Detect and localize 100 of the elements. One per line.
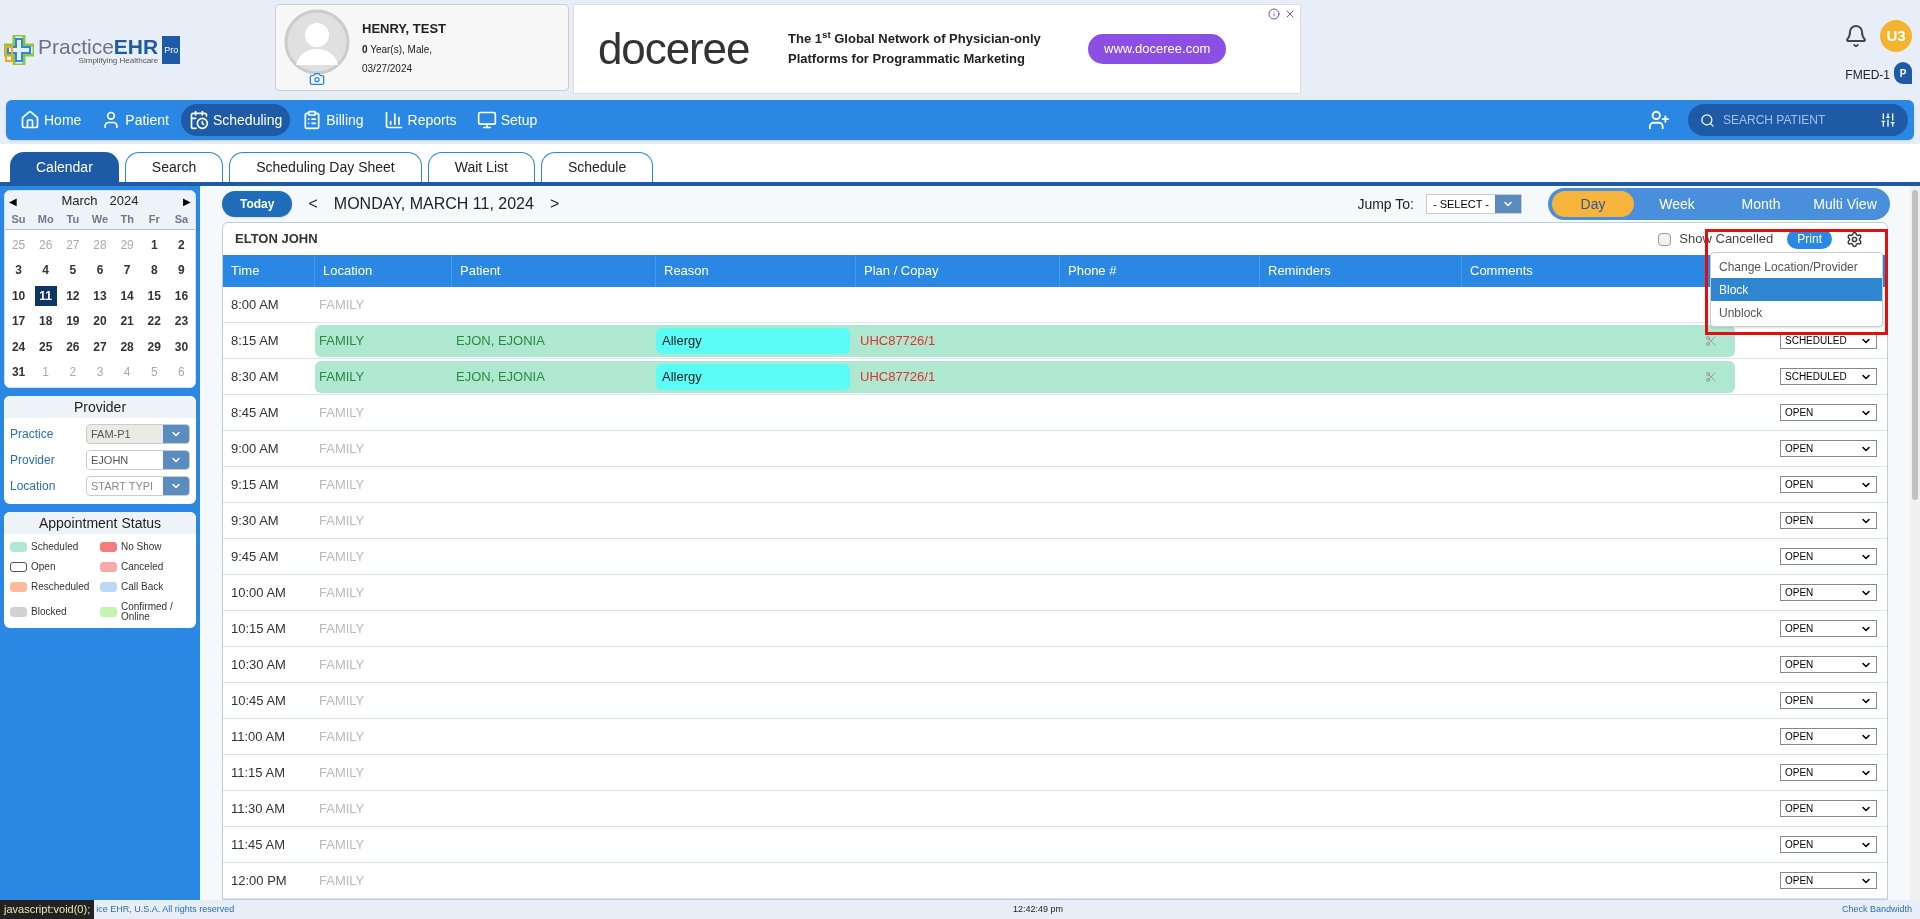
appointment-bar[interactable]: FAMILY EJON, EJONIA Allergy UHC87726/1	[315, 324, 1735, 357]
next-month-button[interactable]: ▶	[183, 193, 191, 209]
status-select[interactable]: OPEN	[1780, 620, 1877, 637]
nav-item[interactable]: Scheduling	[180, 104, 291, 136]
calendar-day[interactable]: 29	[143, 336, 166, 357]
column-header: Reminders	[1260, 255, 1462, 287]
weekday-label: Tu	[65, 212, 81, 227]
time-cell-text: 11:30 AM	[230, 799, 286, 818]
calendar-day[interactable]: 19	[61, 311, 84, 332]
calendar-day[interactable]: 24	[7, 336, 30, 357]
status-select[interactable]: OPEN	[1780, 548, 1877, 565]
weekday-label: Th	[119, 212, 135, 227]
status-select[interactable]: OPEN	[1780, 512, 1877, 529]
nav-item[interactable]: Reports	[375, 104, 465, 136]
column-header: Patient	[452, 255, 656, 287]
status-select[interactable]: OPEN	[1780, 872, 1877, 889]
scissors-icon[interactable]	[1705, 370, 1717, 383]
nav-item[interactable]: Patient	[93, 104, 177, 136]
status-select[interactable]: OPEN	[1780, 764, 1877, 781]
check-bandwidth-link[interactable]: Check Bandwidth	[1841, 902, 1912, 917]
calendar-day[interactable]: 11	[34, 285, 57, 306]
status-label: Rescheduled	[31, 582, 90, 592]
status-select[interactable]: OPEN	[1780, 836, 1877, 853]
status-select[interactable]: OPEN	[1780, 404, 1877, 421]
filter-icon[interactable]	[1880, 112, 1896, 128]
tab[interactable]: Calendar	[10, 152, 119, 182]
calendar-day[interactable]: 30	[170, 336, 193, 357]
calendar-day[interactable]: 18	[34, 311, 57, 332]
location-cell-text: FAMILY	[318, 475, 366, 494]
status-select[interactable]: OPEN	[1780, 440, 1877, 457]
location-cell-text: FAMILY	[318, 511, 366, 530]
calendar-day[interactable]: 25	[34, 336, 57, 357]
prev-month-button[interactable]: ◀	[9, 193, 17, 209]
camera-icon[interactable]	[309, 70, 325, 87]
calendar-day[interactable]: 2	[170, 234, 193, 255]
nav-item[interactable]: Setup	[468, 104, 546, 136]
status-select[interactable]: SCHEDULED	[1780, 368, 1877, 385]
status-select[interactable]: OPEN	[1780, 584, 1877, 601]
calendar-day[interactable]: 4	[34, 260, 57, 281]
patient-age-sex: 0 Year(s), Male,	[362, 43, 434, 58]
patient-cell-text: EJON, EJONIA	[455, 331, 546, 350]
calendar-day[interactable]: 22	[143, 311, 166, 332]
menu-item[interactable]: Block	[1711, 278, 1882, 301]
next-day-button[interactable]: >	[545, 192, 564, 216]
tab[interactable]: Search	[124, 152, 224, 182]
previous-day-button[interactable]: <	[304, 192, 322, 216]
calendar-day[interactable]: 3	[7, 260, 30, 281]
appointment-bar[interactable]: FAMILY EJON, EJONIA Allergy UHC87726/1	[315, 360, 1735, 393]
location-cell-text: FAMILY	[318, 871, 366, 890]
calendar-day[interactable]: 6	[89, 260, 111, 281]
status-select[interactable]: OPEN	[1780, 656, 1877, 673]
calendar-day[interactable]: 21	[116, 311, 139, 332]
calendar-day[interactable]: 17	[7, 311, 30, 332]
scrollbar[interactable]	[1910, 186, 1920, 900]
tab[interactable]: Wait List	[427, 152, 535, 182]
calendar-day[interactable]: 9	[170, 260, 193, 281]
calendar-day[interactable]: 15	[143, 285, 166, 306]
calendar-day[interactable]: 23	[170, 311, 193, 332]
time-cell-text: 8:15 AM	[230, 331, 280, 350]
calendar-day[interactable]: 1	[143, 234, 166, 255]
status-select[interactable]: OPEN	[1780, 800, 1877, 817]
menu-item[interactable]: Unblock	[1711, 301, 1882, 324]
ad-link-button[interactable]: www.doceree.com	[1088, 34, 1227, 64]
calendar-day[interactable]: 10	[7, 285, 30, 306]
menu-item[interactable]: Change Location/Provider	[1711, 255, 1882, 278]
tab[interactable]: Scheduling Day Sheet	[229, 152, 422, 182]
ad-banner[interactable]: doceree The 1$^{st}$ Global Network of Physician-only Platforms for Programmatic Marketing www.doceree.com	[573, 4, 1301, 94]
calendar-day[interactable]: 20	[89, 311, 111, 332]
view-tab[interactable]: Day	[1552, 191, 1634, 217]
nav-item[interactable]: Billing	[294, 104, 372, 136]
select-field[interactable]: EJOHN	[86, 450, 190, 470]
calendar-day[interactable]: 28	[116, 336, 139, 357]
calendar-day[interactable]: 5	[61, 260, 84, 281]
status-select[interactable]: OPEN	[1780, 692, 1877, 709]
nav-item[interactable]: Home	[12, 104, 90, 136]
notification-bell-icon[interactable]	[1844, 24, 1868, 48]
jump-to-select[interactable]: - SELECT -	[1425, 194, 1522, 214]
today-button[interactable]: Today	[222, 191, 293, 217]
tab[interactable]: Schedule	[540, 152, 654, 182]
show-cancelled-checkbox[interactable]	[1658, 232, 1672, 246]
calendar-day[interactable]: 7	[116, 260, 139, 281]
info-icon[interactable]	[1268, 8, 1280, 20]
select-field[interactable]: START TYPI	[86, 476, 190, 496]
calendar-day[interactable]: 14	[116, 285, 139, 306]
calendar-day[interactable]: 13	[89, 285, 111, 306]
scissors-icon[interactable]	[1705, 334, 1717, 347]
search-patient-field[interactable]: SEARCH PATIENT	[1688, 104, 1908, 136]
close-icon[interactable]	[1284, 8, 1296, 20]
status-select[interactable]: OPEN	[1780, 476, 1877, 493]
calendar-day[interactable]: 27	[89, 336, 111, 357]
add-patient-icon[interactable]	[1648, 109, 1670, 131]
settings-icon[interactable]	[1846, 230, 1863, 248]
location-pin[interactable]: P	[1894, 62, 1912, 84]
time-cell-text: 8:45 AM	[230, 403, 280, 422]
status-select[interactable]: OPEN	[1780, 728, 1877, 745]
calendar-day[interactable]: 26	[61, 336, 84, 357]
calendar-day[interactable]: 16	[170, 285, 193, 306]
calendar-day[interactable]: 8	[143, 260, 166, 281]
calendar-day[interactable]: 12	[61, 285, 84, 306]
calendar-day[interactable]: 31	[7, 362, 30, 383]
